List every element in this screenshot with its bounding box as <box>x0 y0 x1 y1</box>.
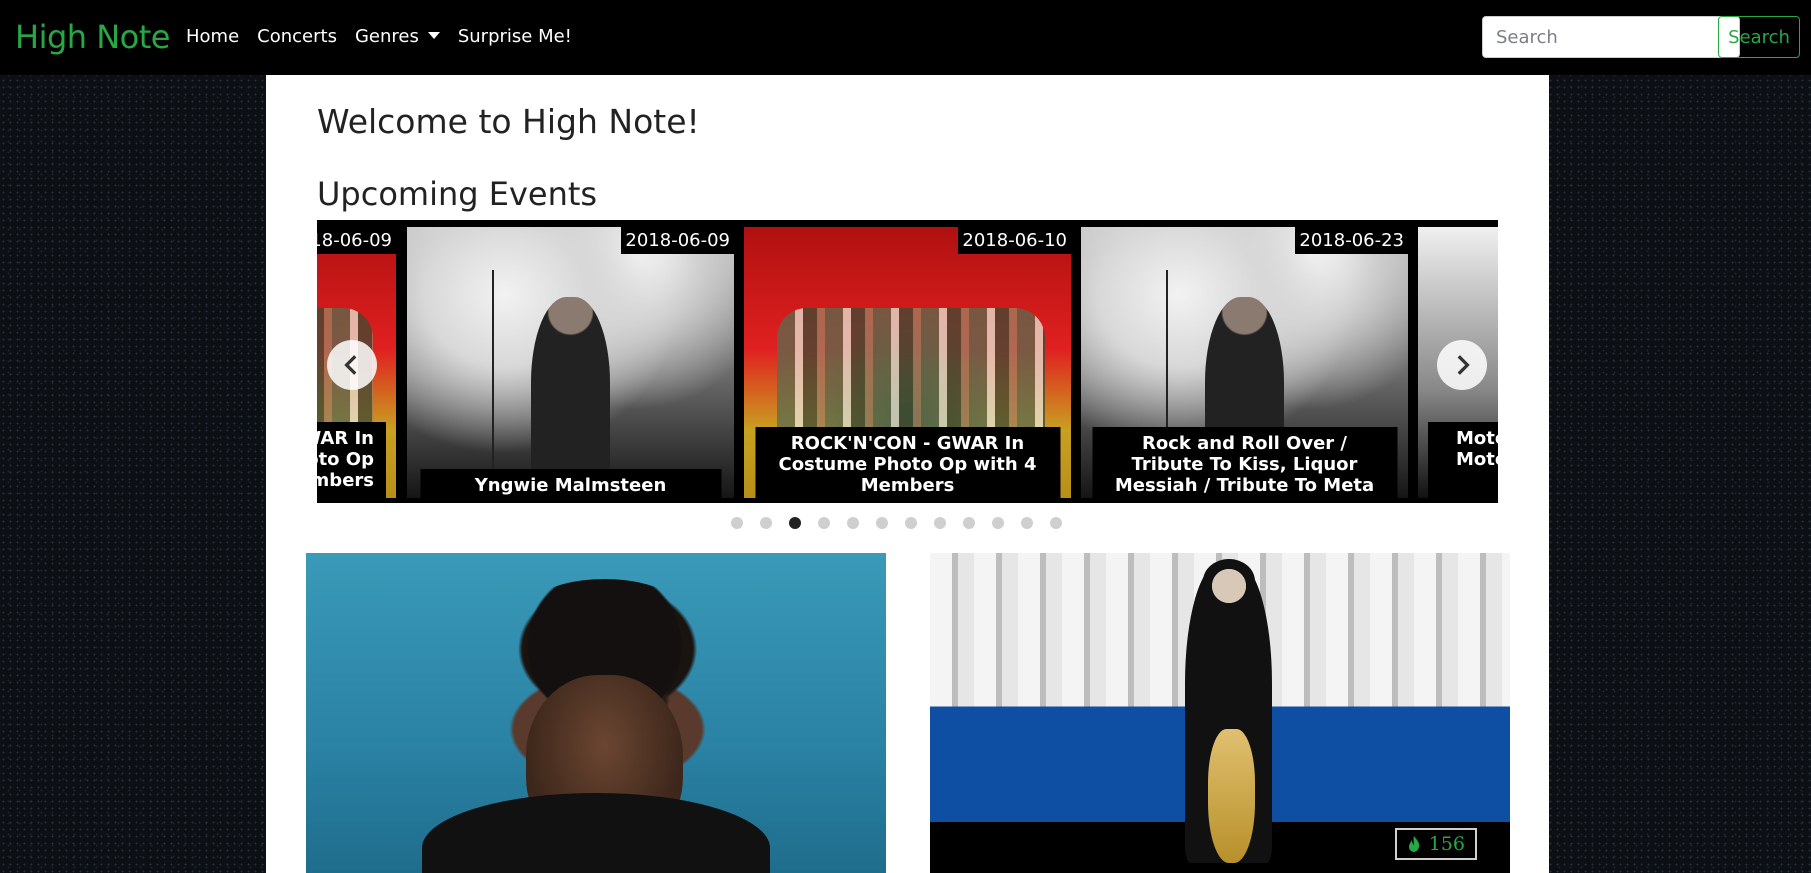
event-caption-text: ROCK'N'CON - GWAR In Costume Photo Op wi… <box>317 428 374 491</box>
like-count: 156 <box>1428 833 1465 855</box>
event-date: 2018-06-09 <box>317 227 396 254</box>
chevron-right-icon <box>1457 355 1470 375</box>
upcoming-events-heading: Upcoming Events <box>317 175 598 213</box>
event-image <box>407 227 734 498</box>
event-date: 2018-06-23 <box>1295 227 1408 254</box>
carousel-indicators <box>731 517 1062 529</box>
carousel-indicator-8[interactable] <box>934 517 946 529</box>
flame-icon <box>1408 836 1419 852</box>
brand-logo[interactable]: High Note <box>15 18 170 56</box>
nav-genres-label: Genres <box>354 26 419 47</box>
main-container: Welcome to High Note! Upcoming Events 20… <box>266 75 1549 873</box>
carousel-indicator-9[interactable] <box>963 517 975 529</box>
top-navbar: High Note Home Concerts Genres Surprise … <box>0 0 1811 75</box>
nav-home[interactable]: Home <box>186 26 239 47</box>
carousel-indicator-7[interactable] <box>905 517 917 529</box>
search-input[interactable] <box>1482 16 1740 58</box>
carousel-indicator-4[interactable] <box>818 517 830 529</box>
carousel-indicator-6[interactable] <box>876 517 888 529</box>
event-date: 2018-06-09 <box>621 227 734 254</box>
event-caption: ROCK'N'CON - GWAR In Costume Photo Op wi… <box>755 427 1060 498</box>
carousel-indicator-10[interactable] <box>992 517 1004 529</box>
carousel-indicator-1[interactable] <box>731 517 743 529</box>
carousel-indicator-3[interactable] <box>789 517 801 529</box>
carousel-slide[interactable]: 2018-06-23 Rock and Roll Over / Tribute … <box>1081 227 1408 498</box>
carousel-prev-button[interactable] <box>327 340 377 390</box>
nav-concerts[interactable]: Concerts <box>257 26 337 47</box>
search-button[interactable]: Search <box>1718 16 1800 58</box>
carousel-indicator-2[interactable] <box>760 517 772 529</box>
event-caption: Rock and Roll Over / Tribute To Kiss, Li… <box>1092 427 1397 498</box>
carousel-slide[interactable]: 2018-06-09 Yngwie Malmsteen <box>407 227 734 498</box>
artist-card[interactable]: 156 <box>930 553 1510 873</box>
event-caption: Yngwie Malmsteen <box>420 469 721 498</box>
nav-surprise-me[interactable]: Surprise Me! <box>458 26 572 47</box>
artist-card[interactable] <box>306 553 886 873</box>
carousel-indicator-12[interactable] <box>1050 517 1062 529</box>
carousel-indicator-5[interactable] <box>847 517 859 529</box>
nav-genres-dropdown[interactable]: Genres <box>355 26 440 47</box>
caret-down-icon <box>427 32 440 39</box>
nav-links: Home Concerts Genres Surprise Me! <box>186 26 590 47</box>
event-caption: ROCK'N'CON - GWAR In Costume Photo Op wi… <box>317 422 386 498</box>
event-caption: Mote Moto <box>1428 422 1498 498</box>
carousel-slide[interactable]: 2018-06-10 ROCK'N'CON - GWAR In Costume … <box>744 227 1071 498</box>
event-date: 2018-06-10 <box>958 227 1071 254</box>
event-caption-text: Mote Moto <box>1456 428 1498 470</box>
carousel-indicator-11[interactable] <box>1021 517 1033 529</box>
carousel-next-button[interactable] <box>1437 340 1487 390</box>
page-title: Welcome to High Note! <box>317 102 700 141</box>
like-badge[interactable]: 156 <box>1394 828 1477 860</box>
events-carousel: 2018-06-09 ROCK'N'CON - GWAR In Costume … <box>317 220 1498 503</box>
chevron-left-icon <box>344 355 357 375</box>
